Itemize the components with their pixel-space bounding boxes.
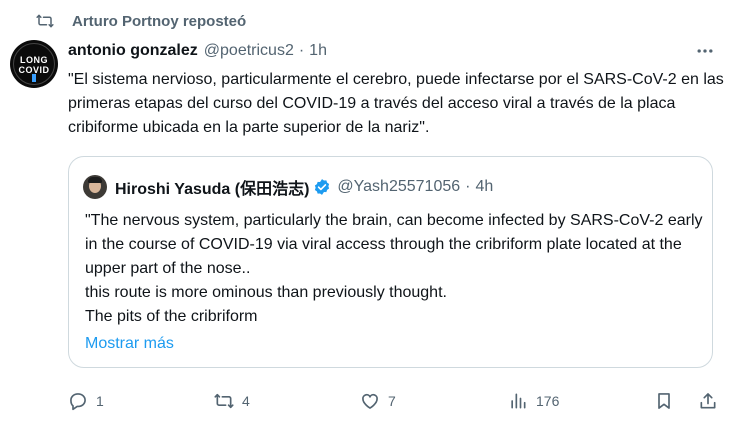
separator-dot: ·	[298, 42, 305, 59]
bookmark-icon	[658, 393, 670, 409]
repost-label: Arturo Portnoy reposteó	[72, 12, 247, 30]
awareness-ribbon-icon	[32, 74, 36, 82]
reply-count: 1	[96, 393, 104, 409]
like-count: 7	[388, 393, 396, 409]
more-options-button[interactable]	[692, 40, 718, 62]
quoted-author-handle[interactable]: @Yash25571056	[337, 178, 460, 196]
author-name[interactable]: antonio gonzalez	[68, 42, 198, 60]
quoted-tweet-text: "The nervous system, particularly the br…	[85, 212, 703, 325]
tweet-time[interactable]: 1h	[309, 42, 327, 60]
more-icon	[697, 49, 713, 53]
separator-dot: ·	[465, 178, 471, 195]
views-icon	[511, 393, 526, 409]
share-button[interactable]	[698, 388, 726, 414]
avatar-hair	[88, 177, 102, 183]
avatar-text-top: LONG	[20, 55, 48, 65]
repost-icon	[36, 14, 54, 28]
views-count: 176	[536, 393, 560, 409]
tweet-actions-bar: 1 4 7 176	[68, 388, 730, 414]
author-handle[interactable]: @poetricus2	[204, 42, 294, 60]
verified-badge-icon	[315, 179, 330, 195]
views-button[interactable]: 176	[508, 388, 559, 414]
tweet-header: antonio gonzalez @poetricus2 · 1h	[68, 40, 327, 62]
quoted-tweet-time[interactable]: 4h	[475, 178, 493, 196]
show-more-link[interactable]: Mostrar más	[85, 335, 174, 353]
quoted-tweet-header: Hiroshi Yasuda (保田浩志) @Yash25571056 · 4h	[115, 175, 493, 199]
repost-button[interactable]: 4	[214, 388, 250, 414]
repost-count: 4	[242, 393, 250, 409]
share-icon	[700, 393, 716, 409]
heart-icon	[362, 393, 378, 409]
quoted-author-avatar[interactable]	[83, 175, 107, 199]
quoted-author-name[interactable]: Hiroshi Yasuda (保田浩志)	[115, 175, 309, 199]
repost-context[interactable]: Arturo Portnoy reposteó	[36, 10, 246, 32]
reply-button[interactable]: 1	[68, 388, 104, 414]
bookmark-button[interactable]	[654, 388, 682, 414]
quoted-tweet-card[interactable]: Hiroshi Yasuda (保田浩志) @Yash25571056 · 4h…	[68, 156, 713, 368]
reply-icon	[70, 393, 86, 411]
tweet-text: "El sistema nervioso, particularmente el…	[68, 71, 729, 136]
author-avatar[interactable]: LONG COVID	[10, 40, 58, 88]
repost-icon	[214, 393, 234, 409]
like-button[interactable]: 7	[360, 388, 396, 414]
